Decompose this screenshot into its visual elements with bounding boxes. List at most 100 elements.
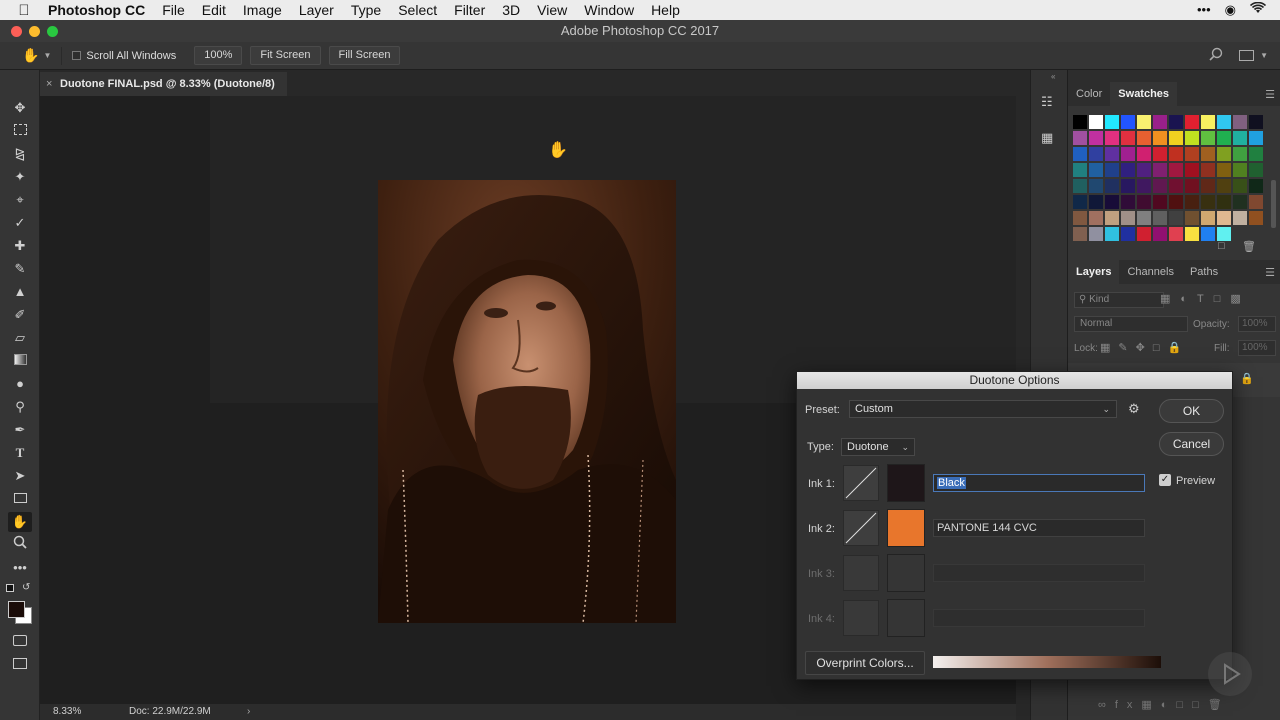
color-swatch[interactable] [1185, 179, 1199, 193]
color-swatch[interactable] [1201, 115, 1215, 129]
menu-file[interactable]: File [162, 2, 185, 18]
color-swatch[interactable] [1073, 211, 1087, 225]
ink-2-name-field[interactable]: PANTONE 144 CVC [933, 519, 1145, 537]
color-swatch[interactable] [1169, 227, 1183, 241]
cancel-button[interactable]: Cancel [1159, 432, 1224, 456]
color-swatch[interactable] [1201, 227, 1215, 241]
zoom-tool-icon[interactable] [8, 535, 32, 555]
gradient-tool-icon[interactable] [8, 351, 32, 371]
lock-icons[interactable]: ▦✎✥□🔒 [1100, 341, 1189, 354]
close-window-button[interactable] [11, 26, 22, 37]
crop-tool-icon[interactable]: ⌖ [8, 190, 32, 210]
color-swatch[interactable] [1249, 131, 1263, 145]
color-swatch[interactable] [1249, 163, 1263, 177]
color-swatch[interactable] [1185, 195, 1199, 209]
color-swatch[interactable] [1185, 147, 1199, 161]
color-swatch[interactable] [1249, 179, 1263, 193]
move-tool-icon[interactable]: ✥ [8, 98, 32, 118]
color-swatch[interactable] [1105, 115, 1119, 129]
color-swatch[interactable] [1217, 179, 1231, 193]
color-swatch[interactable] [1201, 195, 1215, 209]
new-swatch-icon[interactable]: □ [1218, 240, 1225, 252]
color-swatch[interactable] [1089, 131, 1103, 145]
menu-type[interactable]: Type [351, 2, 381, 18]
fill-field[interactable]: 100% [1238, 340, 1276, 356]
ink-2-curve[interactable] [843, 510, 879, 546]
menu-3d[interactable]: 3D [502, 2, 520, 18]
color-swatch[interactable] [1217, 227, 1231, 241]
color-swatch[interactable] [1089, 147, 1103, 161]
color-swatch[interactable] [1201, 211, 1215, 225]
color-swatch[interactable] [1073, 227, 1087, 241]
color-swatch[interactable] [1217, 147, 1231, 161]
color-swatch[interactable] [1121, 227, 1135, 241]
color-swatch[interactable] [1137, 227, 1151, 241]
foreground-color-swatch[interactable] [8, 601, 25, 618]
color-swatch[interactable] [1137, 211, 1151, 225]
color-swatch[interactable] [1201, 163, 1215, 177]
color-swatch[interactable] [1233, 147, 1247, 161]
color-swatch[interactable] [1217, 131, 1231, 145]
color-swatch[interactable] [1089, 211, 1103, 225]
blur-tool-icon[interactable]: ● [8, 374, 32, 394]
swap-colors-icon[interactable]: ↺ [22, 582, 30, 593]
quick-select-tool-icon[interactable]: ✦ [8, 167, 32, 187]
color-swatch[interactable] [1121, 115, 1135, 129]
app-menu[interactable]: Photoshop CC [48, 2, 145, 18]
color-swatch[interactable] [1137, 115, 1151, 129]
type-select[interactable]: Duotone ⌄ [841, 438, 915, 456]
layers-footer-icons[interactable]: ∞fx▦◐□□🗑 [1098, 698, 1231, 711]
color-swatch[interactable] [1073, 179, 1087, 193]
color-swatch[interactable] [1153, 211, 1167, 225]
chevron-down-icon[interactable]: ▼ [1260, 51, 1268, 60]
color-swatch[interactable] [1121, 211, 1135, 225]
fit-screen-button[interactable]: Fit Screen [250, 46, 321, 65]
menu-window[interactable]: Window [584, 2, 634, 18]
color-swatch[interactable] [1169, 163, 1183, 177]
marquee-tool-icon[interactable] [8, 121, 32, 141]
overprint-colors-button[interactable]: Overprint Colors... [805, 651, 925, 675]
color-swatch[interactable] [1201, 131, 1215, 145]
color-swatch[interactable] [1089, 115, 1103, 129]
color-swatch[interactable] [1249, 147, 1263, 161]
lasso-tool-icon[interactable]: ⧎ [8, 144, 32, 164]
layer-filter-select[interactable]: ⚲ Kind [1074, 292, 1164, 308]
menu-layer[interactable]: Layer [299, 2, 334, 18]
color-swatch[interactable] [1121, 131, 1135, 145]
color-swatch[interactable] [1137, 163, 1151, 177]
gear-icon[interactable]: ⚙ [1128, 401, 1140, 417]
eraser-tool-icon[interactable]: ▱ [8, 328, 32, 348]
quick-mask-icon[interactable] [8, 632, 32, 652]
menu-filter[interactable]: Filter [454, 2, 485, 18]
color-swatch[interactable] [1153, 115, 1167, 129]
more-tools-icon[interactable]: ••• [8, 558, 32, 578]
color-swatch[interactable] [1153, 163, 1167, 177]
dodge-tool-icon[interactable]: ⚲ [8, 397, 32, 417]
color-swatch[interactable] [1121, 195, 1135, 209]
history-brush-tool-icon[interactable]: ✐ [8, 305, 32, 325]
color-swatch[interactable] [1105, 147, 1119, 161]
menu-edit[interactable]: Edit [202, 2, 226, 18]
pen-tool-icon[interactable]: ✒ [8, 420, 32, 440]
tab-layers[interactable]: Layers [1068, 260, 1120, 284]
color-swatch[interactable] [1153, 195, 1167, 209]
color-swatch[interactable] [1249, 211, 1263, 225]
color-swatch[interactable] [1169, 195, 1183, 209]
zoom-100-button[interactable]: 100% [194, 46, 243, 65]
hand-tool-preset-icon[interactable]: ✋ [22, 47, 39, 64]
collapse-arrows-icon[interactable]: « [1051, 72, 1055, 81]
menu-help[interactable]: Help [651, 2, 680, 18]
rectangle-tool-icon[interactable] [8, 489, 32, 509]
chevron-down-icon[interactable]: ▼ [43, 51, 51, 60]
color-swatch[interactable] [1249, 115, 1263, 129]
color-swatch[interactable] [1073, 147, 1087, 161]
color-swatch[interactable] [1137, 179, 1151, 193]
opacity-field[interactable]: 100% [1238, 316, 1276, 332]
color-swatch[interactable] [1217, 211, 1231, 225]
tab-paths[interactable]: Paths [1182, 260, 1226, 284]
creative-cloud-icon[interactable]: ◉ [1225, 2, 1236, 18]
panel-menu-icon[interactable]: ☰ [1265, 88, 1275, 101]
panel-menu-icon[interactable]: ☰ [1265, 266, 1275, 279]
color-swatch[interactable] [1169, 179, 1183, 193]
color-swatch[interactable] [1185, 115, 1199, 129]
